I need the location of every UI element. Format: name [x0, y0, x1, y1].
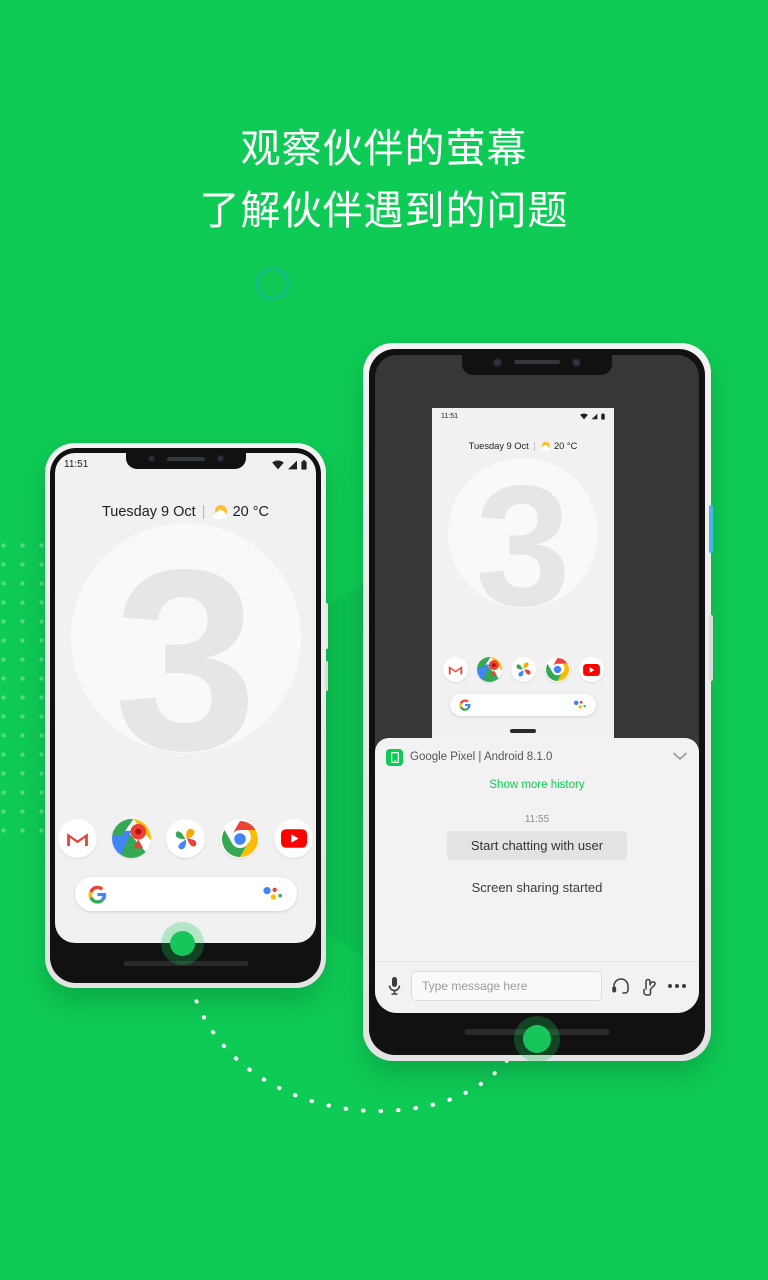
battery-icon	[601, 413, 605, 420]
power-button-right-phone[interactable]	[709, 505, 713, 553]
phone-left-screen: 3 11:51 Tuesday 9 Oct | 20 °C	[55, 453, 316, 943]
google-search-bar-left-phone[interactable]	[74, 877, 297, 911]
status-bar-mirror: 11:51	[432, 408, 614, 423]
photos-app-icon[interactable]	[166, 819, 205, 858]
google-g-icon	[459, 699, 471, 711]
headline-line-1: 观察伙伴的萤幕	[240, 127, 528, 171]
gmail-app-icon[interactable]	[442, 657, 468, 682]
mirror-home-indicator	[510, 729, 536, 733]
accent-ring-decoration	[256, 267, 289, 300]
youtube-app-icon[interactable]	[274, 819, 313, 858]
touch-indicator-left-phone	[170, 931, 195, 956]
hand-gesture-icon[interactable]	[640, 976, 658, 997]
youtube-app-icon[interactable]	[578, 657, 604, 682]
wallpaper-digit: 3	[113, 515, 258, 804]
photos-app-icon[interactable]	[510, 657, 536, 682]
chat-device-header[interactable]: Google Pixel | Android 8.1.0	[375, 738, 699, 770]
signal-icon	[591, 413, 598, 420]
signal-icon	[288, 460, 297, 469]
front-camera-secondary-icon	[216, 455, 224, 462]
system-status-message: Screen sharing started	[471, 880, 603, 895]
wifi-icon	[580, 413, 588, 420]
chat-message-bubble[interactable]: Start chatting with user	[446, 831, 628, 860]
status-icons	[272, 459, 307, 470]
power-button-left-phone[interactable]	[325, 603, 328, 649]
phone-left-bottom-grille	[123, 961, 248, 966]
mirrored-remote-screen[interactable]: 3 11:51 Tuesday 9 Oct | 20 °C	[432, 408, 614, 738]
gmail-app-icon[interactable]	[58, 819, 97, 858]
phone-left-device: 3 11:51 Tuesday 9 Oct | 20 °C	[45, 443, 328, 988]
earpiece-speaker-icon	[166, 456, 205, 461]
wifi-icon	[272, 459, 284, 469]
front-camera-icon	[493, 357, 502, 367]
page-title: 观察伙伴的萤幕 了解伙伴遇到的问题	[0, 118, 768, 242]
chat-device-name: Google Pixel | Android 8.1.0	[410, 751, 553, 763]
headline-line-2: 了解伙伴遇到的问题	[199, 189, 569, 233]
volume-button-right-phone[interactable]	[709, 615, 713, 681]
message-timestamp: 11:55	[524, 814, 550, 825]
front-camera-icon	[147, 455, 155, 462]
phone-left-notch	[125, 448, 246, 469]
app-dock-left-phone	[55, 819, 316, 858]
device-phone-icon	[386, 748, 403, 766]
phone-right-notch	[462, 349, 612, 375]
volume-button-left-phone[interactable]	[325, 661, 328, 691]
phone-right-screen: 3 11:51 Tuesday 9 Oct | 20 °C Google Pix…	[375, 355, 699, 1013]
chat-input-bar: Type message here	[375, 961, 699, 1013]
assistant-icon	[262, 886, 282, 900]
assistant-icon	[573, 700, 586, 709]
google-search-bar-mirror[interactable]	[450, 694, 596, 716]
status-time: 11:51	[64, 459, 89, 470]
message-input-field[interactable]: Type message here	[411, 971, 602, 1001]
earpiece-speaker-icon	[514, 360, 560, 364]
chevron-down-icon[interactable]	[673, 748, 687, 766]
headset-icon[interactable]	[611, 977, 631, 995]
app-dock-mirror	[432, 657, 614, 682]
chrome-app-icon[interactable]	[220, 819, 259, 858]
front-camera-secondary-icon	[572, 357, 581, 367]
microphone-icon[interactable]	[387, 976, 402, 996]
google-g-icon	[87, 885, 106, 904]
maps-app-icon[interactable]	[112, 819, 151, 858]
battery-icon	[301, 459, 307, 470]
wallpaper-digit-mirror: 3	[475, 450, 571, 642]
show-more-history-link[interactable]: Show more history	[375, 779, 699, 791]
maps-app-icon[interactable]	[476, 657, 502, 682]
chat-panel: Google Pixel | Android 8.1.0 Show more h…	[375, 738, 699, 1013]
status-icons-mirror	[580, 413, 605, 420]
chrome-app-icon[interactable]	[544, 657, 570, 682]
phone-right-device: 3 11:51 Tuesday 9 Oct | 20 °C Google Pix…	[363, 343, 713, 1061]
more-options-icon[interactable]	[667, 983, 687, 989]
touch-indicator-right-phone	[523, 1025, 551, 1053]
status-time-mirror: 11:51	[441, 413, 458, 420]
